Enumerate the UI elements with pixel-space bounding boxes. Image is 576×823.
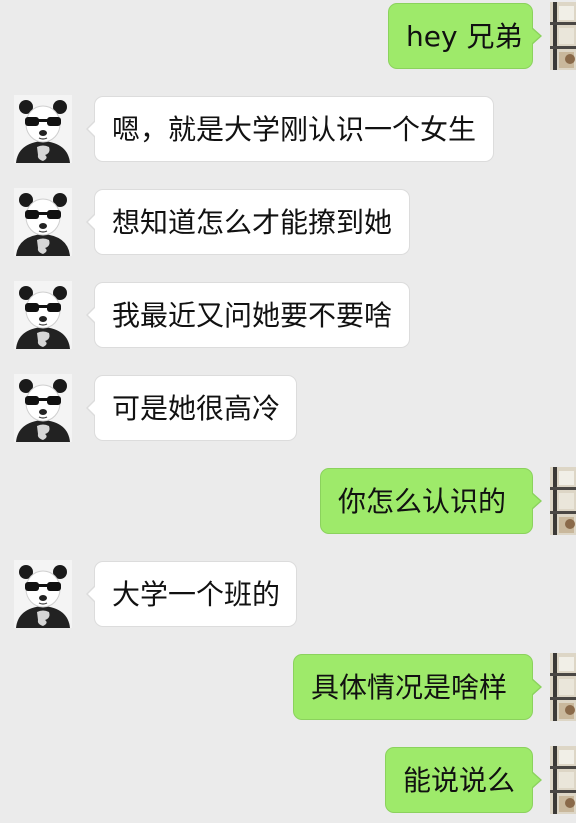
incoming-message-bubble[interactable]: 可是她很高冷 [86,375,297,441]
outgoing-message-bubble[interactable]: hey 兄弟 [388,3,542,69]
incoming-message-row: 大学一个班的 [0,560,576,628]
window-photo-avatar-icon [550,653,576,721]
incoming-message-row: 可是她很高冷 [0,374,576,442]
outgoing-message-bubble[interactable]: 能说说么 [385,747,542,813]
window-photo-avatar-icon [550,746,576,814]
panda-avatar-icon [14,374,72,442]
window-photo-avatar-icon [550,467,576,535]
incoming-message-bubble[interactable]: 想知道怎么才能撩到她 [86,189,410,255]
incoming-message-row: 想知道怎么才能撩到她 [0,188,576,256]
incoming-message-bubble[interactable]: 嗯，就是大学刚认识一个女生 [86,96,494,162]
friend-avatar[interactable] [14,374,72,442]
incoming-message-bubble[interactable]: 我最近又问她要不要啥 [86,282,410,348]
outgoing-message-bubble[interactable]: 具体情况是啥样 [293,654,542,720]
outgoing-message-row: hey 兄弟 [0,2,576,70]
panda-avatar-icon [14,95,72,163]
incoming-message-bubble[interactable]: 大学一个班的 [86,561,297,627]
friend-avatar[interactable] [14,560,72,628]
incoming-message-row: 我最近又问她要不要啥 [0,281,576,349]
incoming-message-row: 嗯，就是大学刚认识一个女生 [0,95,576,163]
panda-avatar-icon [14,188,72,256]
outgoing-message-bubble[interactable]: 你怎么认识的 [320,468,542,534]
outgoing-message-row: 能说说么 [0,746,576,814]
my-avatar[interactable] [550,653,576,721]
outgoing-message-row: 你怎么认识的 [0,467,576,535]
my-avatar[interactable] [550,746,576,814]
friend-avatar[interactable] [14,95,72,163]
my-avatar[interactable] [550,2,576,70]
outgoing-message-row: 具体情况是啥样 [0,653,576,721]
window-photo-avatar-icon [550,2,576,70]
friend-avatar[interactable] [14,188,72,256]
my-avatar[interactable] [550,467,576,535]
panda-avatar-icon [14,560,72,628]
friend-avatar[interactable] [14,281,72,349]
panda-avatar-icon [14,281,72,349]
